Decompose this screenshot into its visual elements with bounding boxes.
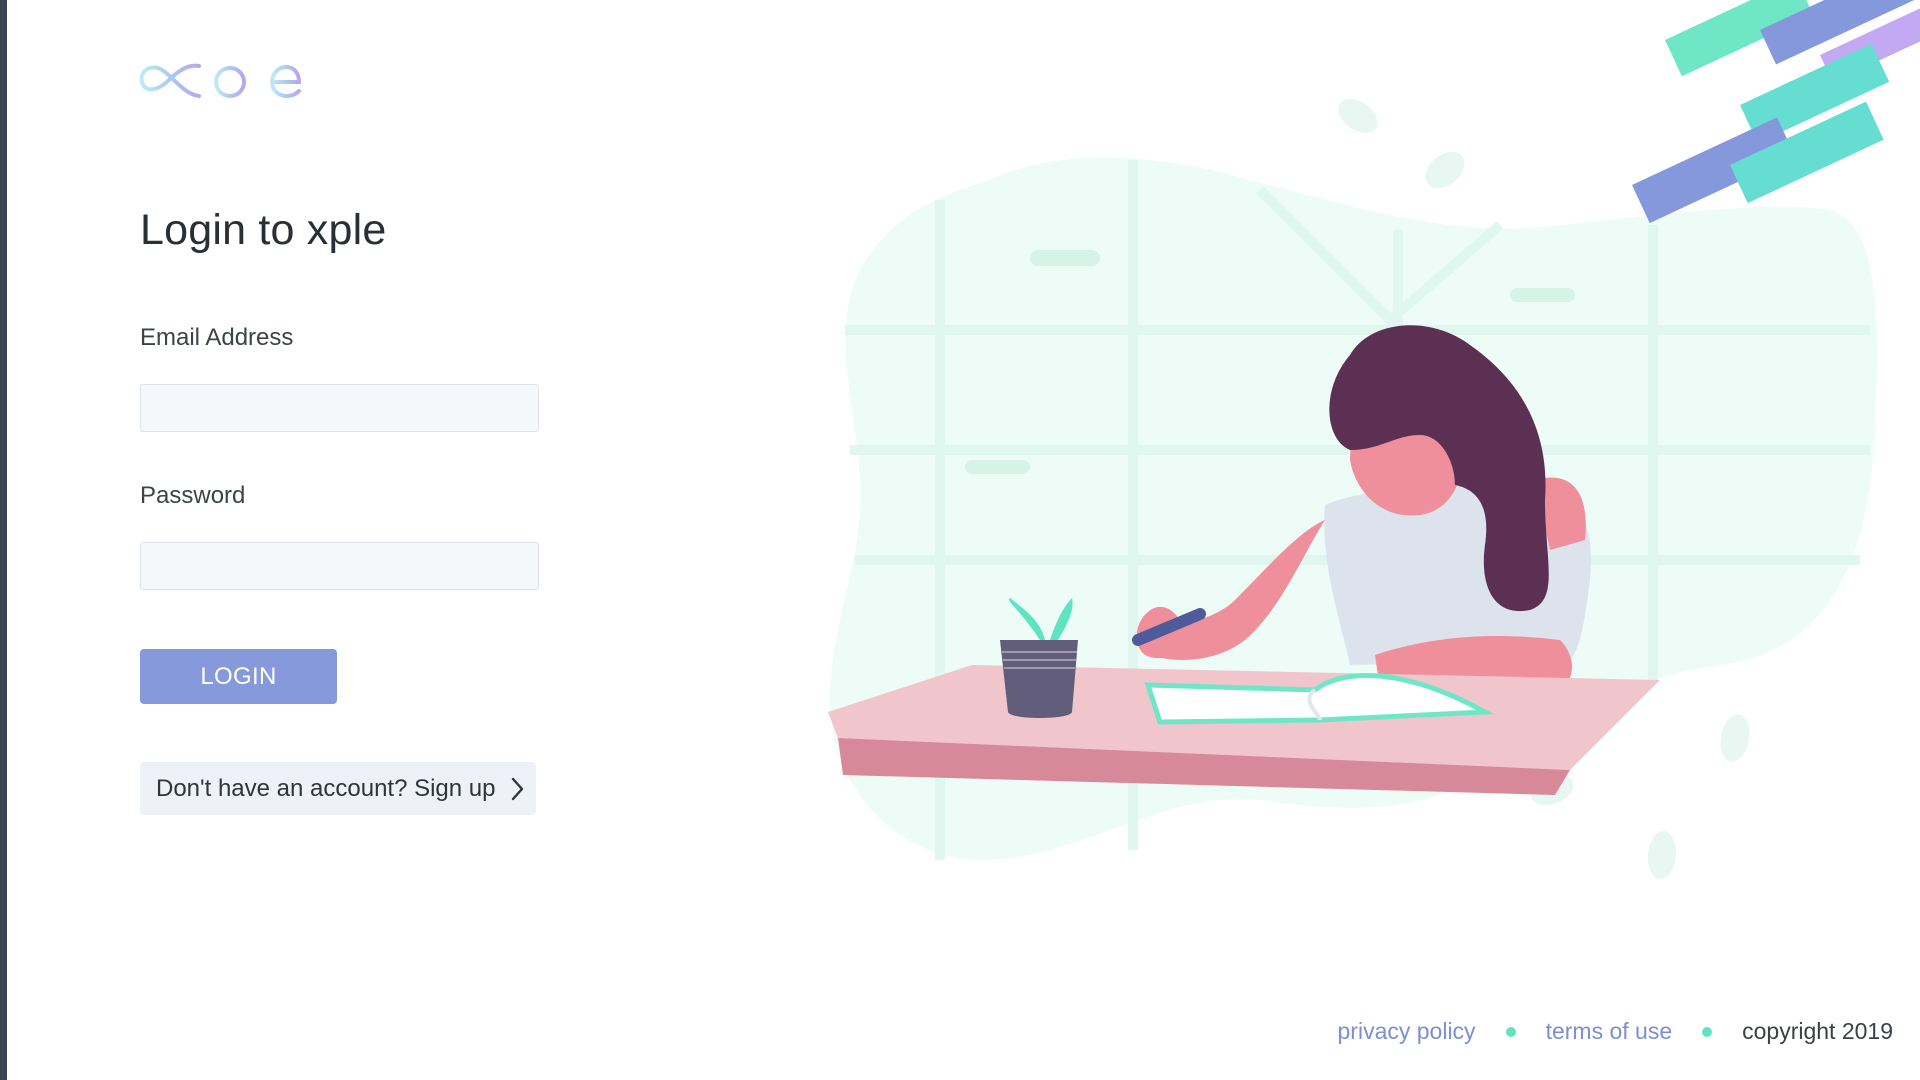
footer: privacy policy terms of use copyright 20… bbox=[1338, 1018, 1893, 1045]
signup-link-label: Don't have an account? Sign up bbox=[156, 774, 496, 802]
privacy-policy-link[interactable]: privacy policy bbox=[1338, 1018, 1476, 1045]
dot-icon bbox=[1702, 1026, 1713, 1037]
left-edge-bar bbox=[0, 0, 7, 1080]
login-page: Login to xple Email Address Password LOG… bbox=[0, 0, 1920, 1080]
password-label: Password bbox=[140, 482, 246, 509]
signup-link[interactable]: Don't have an account? Sign up bbox=[140, 762, 536, 815]
xple-logo bbox=[139, 28, 302, 122]
corner-stripes bbox=[1632, 0, 1920, 224]
login-button[interactable]: LOGIN bbox=[140, 649, 337, 704]
copyright-text: copyright 2019 bbox=[1742, 1018, 1893, 1044]
email-input[interactable] bbox=[140, 384, 539, 432]
password-input[interactable] bbox=[140, 542, 539, 590]
dot-icon bbox=[1505, 1026, 1516, 1037]
terms-of-use-link[interactable]: terms of use bbox=[1546, 1018, 1673, 1045]
chevron-right-icon bbox=[511, 777, 523, 800]
woman-writing-illustration bbox=[828, 0, 1920, 879]
page-title: Login to xple bbox=[140, 206, 387, 254]
email-label: Email Address bbox=[140, 324, 294, 351]
